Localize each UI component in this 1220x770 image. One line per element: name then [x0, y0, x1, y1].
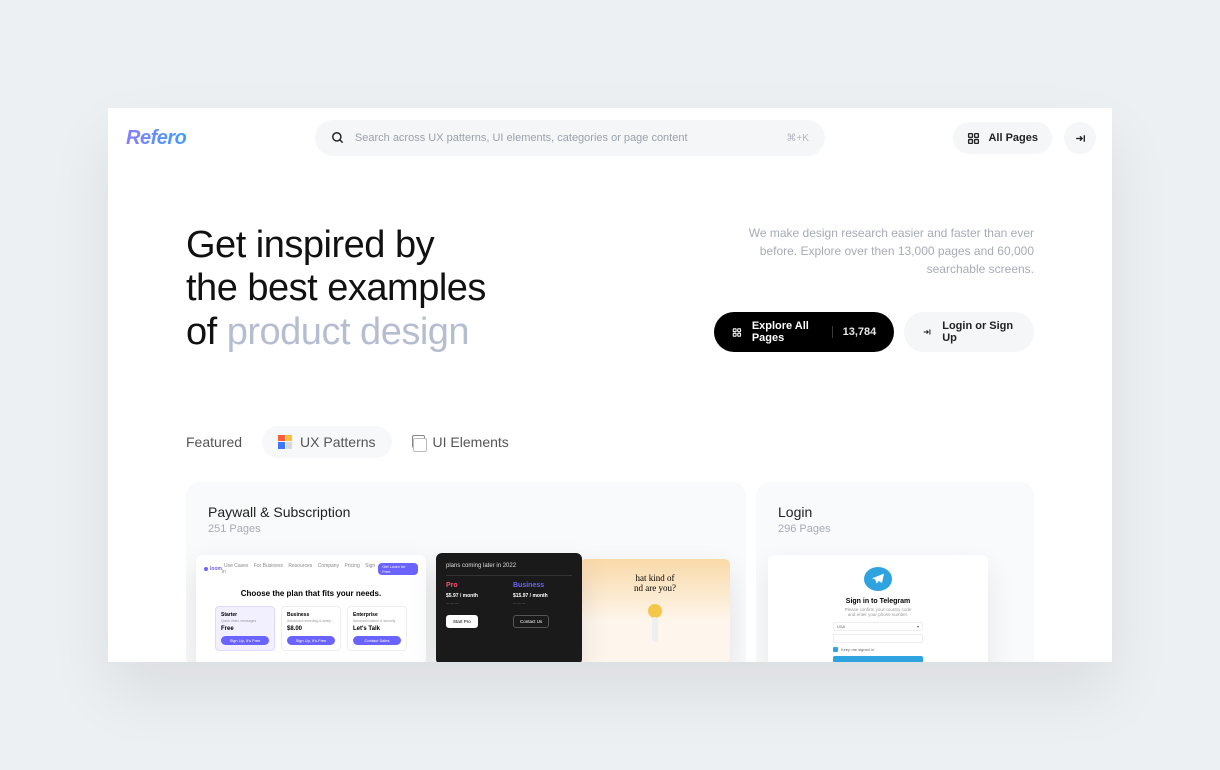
explore-label: Explore All Pages	[752, 320, 822, 344]
telegram-next-btn	[833, 656, 923, 662]
grid-icon	[732, 326, 742, 339]
logo[interactable]: Refero	[124, 127, 186, 150]
thumb-quiz: hat kind of nd are you?	[580, 559, 730, 662]
hero-line2: the best examples	[186, 267, 486, 309]
telegram-title: Sign in to Telegram	[846, 598, 910, 605]
all-pages-label: All Pages	[988, 132, 1038, 144]
all-pages-button[interactable]: All Pages	[953, 122, 1052, 154]
explore-count: 13,784	[832, 326, 877, 338]
hero-line3-prefix: of	[186, 311, 227, 353]
keep-signed-in: Keep me signed in	[833, 647, 923, 652]
card-login[interactable]: Login 296 Pages Sign in to Telegram Plea…	[756, 482, 1034, 662]
search-icon	[331, 131, 345, 145]
login-arrow-icon	[922, 326, 932, 338]
top-bar: Refero ⌘+K All Pages	[108, 108, 1112, 168]
thumb-dark-pricing: plans coming later in 2022 Pro $5.97 / m…	[436, 553, 582, 662]
plan-starter: Starter Quick video messages Free Sign U…	[215, 606, 275, 651]
hero-left: Get inspired by the best examples of pro…	[186, 224, 486, 354]
plan-enterprise: Enterprise Advanced admin & security Let…	[347, 606, 407, 651]
country-select: USA▾	[833, 622, 923, 631]
paywall-thumbs: loom Use Cases For Business Resources Co…	[208, 555, 724, 662]
loom-headline: Choose the plan that fits your needs.	[204, 589, 418, 598]
hero-description: We make design research easier and faste…	[714, 224, 1034, 278]
hero-right: We make design research easier and faste…	[714, 224, 1034, 354]
hero-line1: Get inspired by	[186, 224, 434, 266]
login-label: Login or Sign Up	[942, 320, 1016, 344]
tab-ux-label: UX Patterns	[300, 434, 375, 450]
search-bar[interactable]: ⌘+K	[315, 120, 825, 156]
tab-ux-patterns[interactable]: UX Patterns	[262, 426, 391, 458]
telegram-subtitle: Please confirm your country code and ent…	[845, 607, 912, 617]
app-window: Refero ⌘+K All Pages Get inspired by the…	[108, 108, 1112, 662]
hero-line3-highlight: product design	[227, 311, 469, 353]
ui-elements-icon	[412, 435, 425, 448]
grid-icon	[967, 132, 980, 145]
dark-head: plans coming later in 2022	[446, 563, 572, 569]
login-button[interactable]: Login or Sign Up	[904, 312, 1034, 352]
telegram-icon	[864, 567, 892, 591]
loom-logo: loom	[204, 566, 222, 572]
checkbox-icon	[833, 647, 838, 652]
ux-patterns-icon	[278, 435, 292, 449]
hero-title: Get inspired by the best examples of pro…	[186, 224, 486, 354]
content-area: Get inspired by the best examples of pro…	[108, 168, 1112, 662]
phone-input	[833, 634, 923, 643]
explore-button[interactable]: Explore All Pages 13,784	[714, 312, 894, 352]
search-input[interactable]	[355, 132, 776, 144]
filter-tabs: Featured UX Patterns UI Elements	[186, 426, 1034, 458]
tab-featured[interactable]: Featured	[186, 426, 242, 458]
quiz-headline: hat kind of nd are you?	[634, 573, 676, 594]
thumb-telegram: Sign in to Telegram Please confirm your …	[768, 555, 988, 662]
login-arrow-icon	[1074, 132, 1087, 145]
card-subtitle: 251 Pages	[208, 523, 724, 535]
tab-ui-label: UI Elements	[433, 434, 509, 450]
tab-ui-elements[interactable]: UI Elements	[412, 426, 509, 458]
card-subtitle: 296 Pages	[778, 523, 1012, 535]
thumb-loom: loom Use Cases For Business Resources Co…	[196, 555, 426, 662]
card-title: Paywall & Subscription	[208, 504, 724, 520]
card-title: Login	[778, 504, 1012, 520]
search-wrap: ⌘+K	[198, 120, 941, 156]
loom-nav: Use Cases For Business Resources Company…	[222, 563, 378, 575]
card-paywall[interactable]: Paywall & Subscription 251 Pages loom Us…	[186, 482, 746, 662]
loom-cta: Get Loom for Free	[378, 563, 418, 575]
search-shortcut: ⌘+K	[786, 133, 809, 144]
plan-business: Business Advanced recording & analytics …	[281, 606, 341, 651]
cards-row: Paywall & Subscription 251 Pages loom Us…	[186, 482, 1034, 662]
collapse-button[interactable]	[1064, 122, 1096, 154]
hero-actions: Explore All Pages 13,784 Login or Sign U…	[714, 312, 1034, 352]
quiz-figure	[644, 604, 666, 648]
hero: Get inspired by the best examples of pro…	[186, 224, 1034, 354]
